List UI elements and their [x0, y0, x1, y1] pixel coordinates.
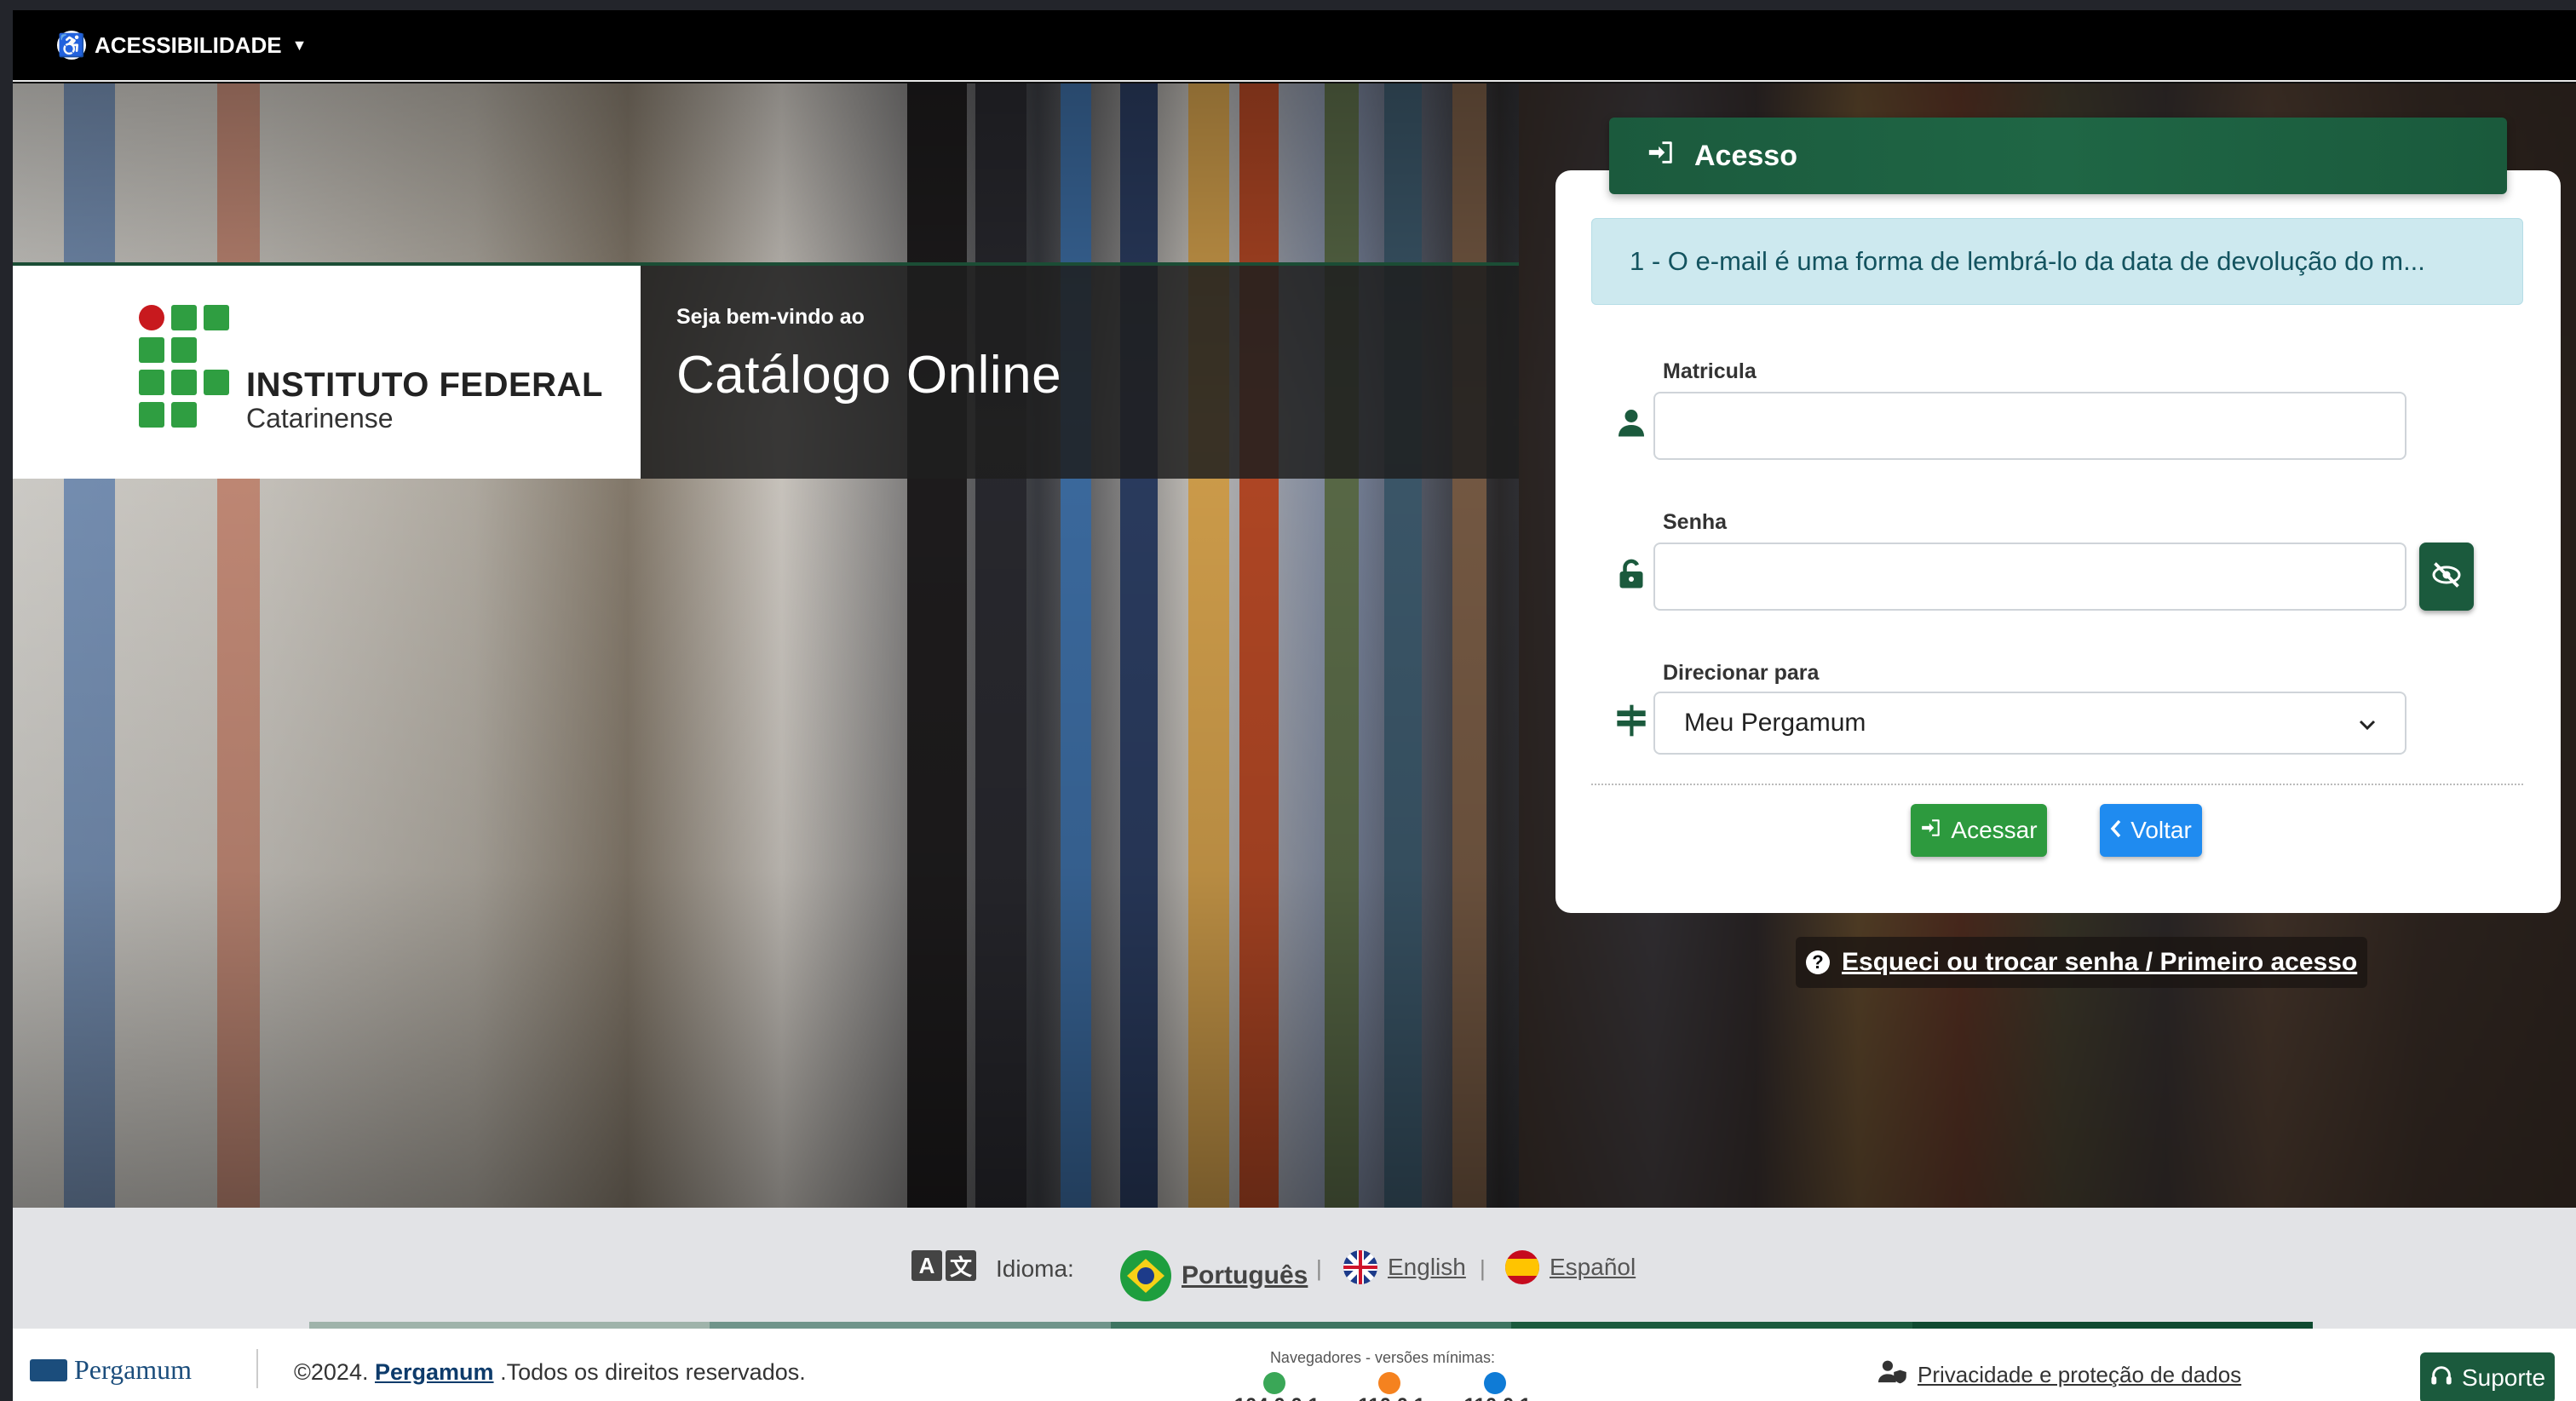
if-logo-icon — [139, 305, 233, 429]
language-portugues[interactable]: Português — [1120, 1250, 1308, 1301]
forgot-password-text: Esqueci ou trocar senha / Primeiro acess… — [1842, 948, 2358, 976]
logo-line2: Catarinense — [246, 403, 394, 434]
headset-icon — [2429, 1364, 2453, 1393]
language-separator: | — [1316, 1255, 1322, 1281]
edge-icon — [1483, 1371, 1506, 1394]
direcionar-select[interactable]: Meu Pergamum — [1653, 692, 2406, 755]
uk-flag-icon — [1343, 1250, 1377, 1284]
language-english-label: English — [1388, 1254, 1466, 1280]
support-button[interactable]: Suporte — [2420, 1352, 2555, 1401]
acessar-button[interactable]: Acessar — [1911, 804, 2047, 857]
copyright-prefix: ©2024. — [294, 1359, 369, 1385]
spain-flag-icon — [1505, 1250, 1539, 1284]
direcionar-selected-value: Meu Pergamum — [1684, 709, 1866, 737]
brand-title: Seja bem-vindo ao Catálogo Online — [641, 266, 1519, 479]
logo-line1: INSTITUTO FEDERAL — [246, 366, 603, 404]
accessibility-menu-button[interactable]: ♿ ACESSIBILIDADE ▼ — [57, 26, 307, 65]
language-portugues-label: Português — [1182, 1261, 1308, 1289]
chevron-down-icon — [2359, 709, 2376, 738]
question-circle-icon: ? — [1806, 950, 1830, 974]
user-shield-icon — [1878, 1359, 1907, 1391]
acessar-label: Acessar — [1951, 817, 2038, 843]
welcome-text: Seja bem-vindo ao — [676, 305, 865, 329]
login-title: Acesso — [1694, 139, 1797, 172]
accessibility-label: ACESSIBILIDADE — [95, 32, 282, 58]
page: ♿ ACESSIBILIDADE ▼ INSTITUTO FEDERAL Cat… — [13, 10, 2576, 1401]
pergamum-link[interactable]: Pergamum — [375, 1359, 494, 1385]
universal-access-icon: ♿ — [57, 31, 86, 60]
eye-slash-icon — [2430, 561, 2463, 592]
language-english[interactable]: English — [1343, 1250, 1466, 1284]
firefox-icon — [1377, 1371, 1400, 1394]
language-espanol-label: Español — [1550, 1254, 1636, 1280]
edge-version: 110.0.1 — [1451, 1370, 1544, 1401]
copyright: ©2024. Pergamum .Todos os direitos reser… — [294, 1359, 806, 1386]
info-alert: 1 - O e-mail é uma forma de lembrá-lo da… — [1591, 218, 2523, 305]
signs-post-icon — [1613, 702, 1650, 739]
sign-in-icon — [1647, 138, 1676, 175]
pergamum-logo[interactable]: Pergamum — [30, 1354, 192, 1386]
language-bar: A文 Idioma: Português | English | Español — [13, 1208, 2576, 1330]
user-icon — [1613, 404, 1650, 441]
pergamum-books-icon — [30, 1358, 67, 1381]
language-separator: | — [1480, 1255, 1486, 1281]
footer: Pergamum ©2024. Pergamum .Todos os direi… — [13, 1329, 2576, 1401]
firefox-version: 110.0.1 — [1345, 1370, 1439, 1401]
footer-divider — [256, 1349, 258, 1388]
brand-banner: INSTITUTO FEDERAL Catarinense Seja bem-v… — [13, 262, 1519, 479]
unlock-icon — [1613, 555, 1650, 593]
language-label: Idioma: — [996, 1255, 1074, 1282]
privacy-link-text: Privacidade e proteção de dados — [1918, 1362, 2242, 1387]
privacy-link[interactable]: Privacidade e proteção de dados — [1878, 1359, 2241, 1391]
institution-logo: INSTITUTO FEDERAL Catarinense — [13, 266, 641, 479]
brazil-flag-icon — [1120, 1250, 1171, 1301]
catalog-title: Catálogo Online — [676, 346, 1062, 405]
translate-icon: A文 — [911, 1250, 976, 1281]
form-divider — [1591, 784, 2523, 785]
forgot-password-link[interactable]: ? Esqueci ou trocar senha / Primeiro ace… — [1796, 937, 2368, 988]
matricula-label: Matricula — [1663, 359, 1757, 383]
chrome-icon — [1262, 1371, 1285, 1394]
voltar-button[interactable]: Voltar — [2100, 804, 2202, 857]
senha-label: Senha — [1663, 510, 1728, 534]
alert-text: 1 - O e-mail é uma forma de lembrá-lo da… — [1630, 246, 2425, 276]
matricula-input[interactable] — [1653, 392, 2406, 460]
chevron-down-icon: ▼ — [291, 36, 308, 54]
browsers-title: Navegadores - versões mínimas: — [1269, 1349, 1496, 1366]
language-espanol[interactable]: Español — [1505, 1250, 1636, 1284]
voltar-label: Voltar — [2130, 817, 2192, 843]
direcionar-label: Direcionar para — [1663, 661, 1820, 685]
toggle-password-visibility-button[interactable] — [2419, 543, 2474, 611]
top-bar: ♿ ACESSIBILIDADE ▼ — [13, 10, 2576, 82]
copyright-suffix: .Todos os direitos reservados. — [500, 1359, 806, 1385]
login-card-header: Acesso — [1609, 118, 2507, 194]
chrome-version: 104.0.0.1 — [1221, 1370, 1333, 1401]
chevron-left-icon — [2110, 817, 2122, 844]
browser-versions: Navegadores - versões mínimas: 104.0.0.1… — [1221, 1349, 1544, 1401]
decorative-color-bar — [309, 1322, 2314, 1329]
sign-in-icon — [1920, 817, 1942, 845]
senha-input[interactable] — [1653, 543, 2406, 611]
pergamum-logo-text: Pergamum — [74, 1354, 193, 1385]
support-label: Suporte — [2461, 1364, 2546, 1391]
